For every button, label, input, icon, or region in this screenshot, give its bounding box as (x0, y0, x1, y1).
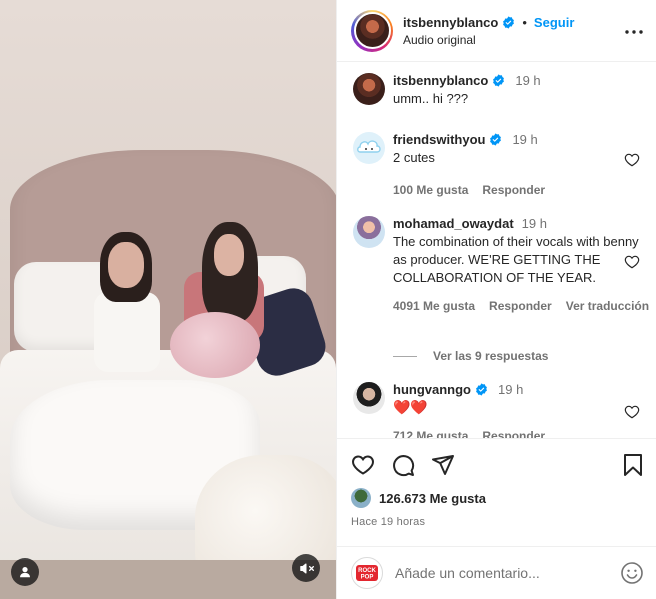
reply-button[interactable]: Responder (489, 299, 552, 313)
comment-likes[interactable]: 100 Me gusta (393, 183, 468, 197)
reply-button[interactable]: Responder (482, 183, 545, 197)
comment-text: umm.. hi ??? (393, 91, 469, 106)
comment-text: ❤️❤️ (393, 400, 428, 416)
comment-avatar[interactable] (353, 382, 385, 414)
instagram-post-viewer: itsbennyblanco • Seguir Audio original i… (0, 0, 656, 599)
bookmark-icon[interactable] (622, 453, 644, 477)
verified-badge-icon (493, 74, 505, 87)
translate-button[interactable]: Ver traducción (566, 299, 649, 313)
separator-dot: • (522, 14, 527, 30)
comment-avatar[interactable] (353, 73, 385, 105)
audio-label[interactable]: Audio original (403, 33, 574, 47)
like-heart-icon[interactable] (351, 453, 375, 477)
view-replies-button[interactable]: Ver las 9 respuestas (393, 349, 548, 363)
replies-line (393, 355, 417, 357)
post-sidebar: itsbennyblanco • Seguir Audio original i… (336, 0, 656, 599)
post-time[interactable]: Hace 19 horas (351, 516, 644, 528)
comment-time[interactable]: 19 h (515, 73, 540, 88)
comment-text: 2 cutes (393, 150, 435, 165)
liker-avatar[interactable] (351, 488, 371, 508)
heart-icon[interactable] (624, 152, 640, 168)
comment-username[interactable]: hungvanngo (393, 382, 471, 397)
comment-item: hungvanngo 19 h ❤️❤️ 712 Me gusta Respon… (353, 382, 640, 438)
comment-input[interactable] (395, 565, 608, 581)
emoji-icon[interactable] (620, 561, 644, 585)
post-likes-count[interactable]: 126.673 Me gusta (379, 491, 486, 506)
verified-badge-icon (476, 383, 487, 396)
video-frame-plush-toy (170, 312, 260, 378)
comments-list[interactable]: itsbennyblanco 19 h umm.. hi ??? friends… (337, 62, 656, 438)
user-tag-icon[interactable] (11, 558, 39, 586)
video-frame-floor (0, 560, 336, 599)
author-username[interactable]: itsbennyblanco (403, 15, 498, 30)
comment-likes[interactable]: 4091 Me gusta (393, 299, 475, 313)
heart-icon[interactable] (624, 254, 640, 270)
reply-button[interactable]: Responder (482, 429, 545, 438)
comment-item: mohamad_owaydat 19 h The combination of … (353, 216, 649, 313)
svg-text:POP: POP (361, 575, 374, 581)
verified-badge-icon (490, 133, 502, 146)
author-avatar[interactable] (353, 12, 391, 49)
comment-time[interactable]: 19 h (512, 132, 537, 147)
comment-likes[interactable]: 712 Me gusta (393, 429, 468, 438)
share-icon[interactable] (431, 453, 455, 477)
comment-text: The combination of their vocals with ben… (393, 234, 639, 285)
comment-composer: ROCK POP (337, 546, 656, 599)
comment-username[interactable]: friendswithyou (393, 132, 485, 147)
post-header: itsbennyblanco • Seguir Audio original (337, 0, 656, 62)
post-video[interactable] (0, 0, 336, 599)
verified-badge-icon (503, 15, 515, 29)
follow-button[interactable]: Seguir (534, 15, 574, 30)
comment-time[interactable]: 19 h (522, 216, 547, 231)
comment-username[interactable]: itsbennyblanco (393, 73, 488, 88)
comment-username[interactable]: mohamad_owaydat (393, 216, 514, 231)
author-info: itsbennyblanco • Seguir Audio original (403, 15, 574, 47)
author-avatar-ring[interactable] (351, 9, 393, 52)
comment-icon[interactable] (391, 453, 415, 477)
comment-avatar[interactable] (353, 132, 385, 164)
video-frame-person (88, 232, 168, 392)
post-actions: 126.673 Me gusta Hace 19 horas (337, 438, 656, 546)
comment-avatar[interactable] (353, 216, 385, 248)
muted-speaker-icon[interactable] (292, 554, 320, 582)
comment-caption: itsbennyblanco 19 h umm.. hi ??? (353, 73, 640, 108)
more-options-icon[interactable] (624, 22, 644, 42)
view-replies-label[interactable]: Ver las 9 respuestas (433, 349, 548, 363)
heart-icon[interactable] (624, 404, 640, 420)
svg-text:ROCK: ROCK (358, 568, 376, 574)
comment-time[interactable]: 19 h (498, 382, 523, 397)
current-user-avatar: ROCK POP (351, 557, 383, 589)
comment-item: friendswithyou 19 h 2 cutes 100 Me gusta… (353, 132, 640, 197)
